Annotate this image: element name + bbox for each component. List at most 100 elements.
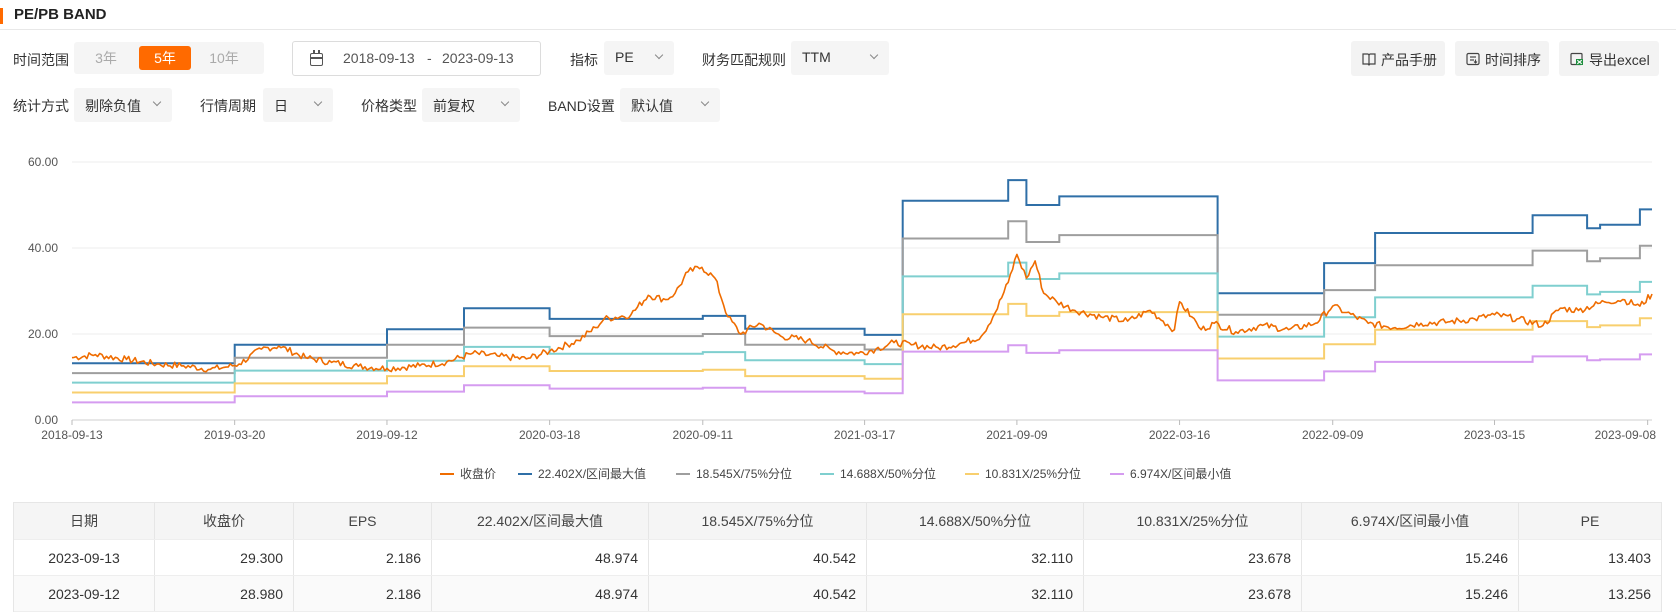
finance-rule-label: 财务匹配规则 (702, 52, 786, 68)
period-select[interactable]: 日 (263, 88, 333, 122)
legend-swatch-close (440, 472, 454, 475)
time-range-segmented: 3年 5年 10年 (74, 42, 264, 74)
y-tick-label: 20.00 (28, 327, 58, 341)
excel-export-icon (1570, 52, 1583, 66)
chevron-down-icon (500, 97, 510, 107)
period-value: 日 (274, 98, 288, 114)
band-setting-select[interactable]: 默认值 (620, 88, 720, 122)
band-line-2 (72, 261, 1652, 384)
cell-close: 28.980 (154, 576, 293, 611)
legend-item-max[interactable]: 22.402X/区间最大值 (518, 465, 646, 482)
pe-band-table: 日期 收盘价 EPS 22.402X/区间最大值 18.545X/75%分位 1… (13, 502, 1662, 612)
cell-p75: 40.542 (648, 576, 866, 611)
export-excel-label: 导出excel (1589, 52, 1650, 68)
legend-swatch-min (1110, 472, 1124, 475)
cell-close: 29.300 (154, 540, 293, 575)
legend-item-p75[interactable]: 18.545X/75%分位 (676, 465, 792, 482)
x-tick-label: 2018-09-13 (41, 428, 103, 442)
finance-rule-select[interactable]: TTM (791, 41, 889, 75)
col-header-eps[interactable]: EPS (293, 503, 431, 539)
panel-header: PE/PB BAND (0, 0, 1676, 30)
cell-min: 15.246 (1301, 576, 1518, 611)
cell-p25: 23.678 (1083, 576, 1301, 611)
col-header-p50[interactable]: 14.688X/50%分位 (866, 503, 1083, 539)
product-manual-label: 产品手册 (1381, 52, 1437, 68)
sort-time-icon (1466, 52, 1480, 66)
band-setting-value: 默认值 (631, 98, 673, 114)
legend-swatch-p25 (965, 472, 979, 475)
stat-method-select[interactable]: 剔除负值 (74, 88, 172, 122)
col-header-min[interactable]: 6.974X/区间最小值 (1301, 503, 1518, 539)
x-tick-label: 2020-03-18 (519, 428, 581, 442)
x-tick-label: 2021-03-17 (834, 428, 896, 442)
cell-pe: 13.256 (1518, 576, 1661, 611)
legend-item-p50[interactable]: 14.688X/50%分位 (820, 465, 936, 482)
band-setting-label: BAND设置 (548, 98, 615, 114)
cell-pe: 13.403 (1518, 540, 1661, 575)
legend-swatch-max (518, 472, 532, 475)
legend-label-min: 6.974X/区间最小值 (1130, 467, 1232, 481)
col-header-close[interactable]: 收盘价 (154, 503, 293, 539)
legend-label-p75: 18.545X/75%分位 (696, 467, 793, 481)
time-range-3y[interactable]: 3年 (80, 46, 132, 70)
time-sort-button[interactable]: 时间排序 (1455, 41, 1549, 76)
date-end[interactable]: 2023-09-13 (442, 50, 514, 66)
cell-date: 2023-09-13 (48, 550, 120, 566)
date-start[interactable]: 2018-09-13 (343, 50, 415, 66)
table-header-row: 日期 收盘价 EPS 22.402X/区间最大值 18.545X/75%分位 1… (14, 503, 1661, 540)
cell-p25: 23.678 (1083, 540, 1301, 575)
chart-legend: 收盘价 22.402X/区间最大值 18.545X/75%分位 14.688X/… (0, 465, 1676, 483)
cell-max: 48.974 (431, 576, 648, 611)
chevron-down-icon (152, 97, 162, 107)
stat-method-label: 统计方式 (13, 98, 69, 114)
cell-eps: 2.186 (293, 540, 431, 575)
col-header-date[interactable]: 日期 (14, 503, 154, 539)
x-tick-label: 2019-09-12 (356, 428, 418, 442)
legend-item-close[interactable]: 收盘价 (440, 465, 496, 482)
x-tick-label: 2022-03-16 (1149, 428, 1211, 442)
band-line-0 (72, 179, 1652, 365)
col-header-p25[interactable]: 10.831X/25%分位 (1083, 503, 1301, 539)
export-excel-button[interactable]: 导出excel (1559, 41, 1659, 76)
indicator-select[interactable]: PE (604, 41, 674, 75)
indicator-label: 指标 (570, 52, 598, 68)
time-sort-label: 时间排序 (1485, 52, 1541, 68)
title-accent-bar (0, 8, 3, 24)
period-label: 行情周期 (200, 98, 256, 114)
chevron-down-icon (700, 97, 710, 107)
legend-label-p50: 14.688X/50%分位 (840, 467, 937, 481)
x-tick-label: 2023-03-15 (1464, 428, 1526, 442)
product-manual-button[interactable]: 产品手册 (1351, 41, 1445, 76)
chevron-down-icon (654, 50, 664, 60)
time-range-10y[interactable]: 10年 (198, 46, 250, 70)
legend-label-max: 22.402X/区间最大值 (538, 467, 647, 481)
y-tick-label: 0.00 (35, 413, 59, 427)
cell-p50: 32.110 (866, 540, 1083, 575)
date-range-picker[interactable]: 2018-09-13 - 2023-09-13 (292, 41, 541, 76)
price-type-select[interactable]: 前复权 (422, 88, 520, 122)
cell-max: 48.974 (431, 540, 648, 575)
col-header-p75[interactable]: 18.545X/75%分位 (648, 503, 866, 539)
y-tick-label: 40.00 (28, 241, 58, 255)
table-row: 2023-09-13 29.300 2.186 48.974 40.542 32… (14, 540, 1661, 576)
legend-item-min[interactable]: 6.974X/区间最小值 (1110, 465, 1231, 482)
x-tick-label: 2019-03-20 (204, 428, 266, 442)
cell-p75: 40.542 (648, 540, 866, 575)
time-range-5y[interactable]: 5年 (139, 46, 191, 70)
x-tick-label: 2023-09-08 (1595, 428, 1657, 442)
x-tick-label: 2021-09-09 (986, 428, 1048, 442)
book-icon (1362, 53, 1376, 66)
x-tick-label: 2020-09-11 (673, 428, 734, 442)
stat-method-value: 剔除负值 (85, 98, 141, 114)
cell-eps: 2.186 (293, 576, 431, 611)
legend-item-p25[interactable]: 10.831X/25%分位 (965, 465, 1081, 482)
time-range-label: 时间范围 (13, 52, 69, 68)
col-header-max[interactable]: 22.402X/区间最大值 (431, 503, 648, 539)
col-header-pe[interactable]: PE (1518, 503, 1661, 539)
calendar-icon (310, 50, 323, 66)
x-tick-label: 2022-09-09 (1302, 428, 1364, 442)
finance-rule-value: TTM (802, 49, 831, 65)
pe-band-chart: 0.00 20.00 40.00 60.00 2018-09-13 2019-03-20 2… (28, 155, 1657, 442)
cell-min: 15.246 (1301, 540, 1518, 575)
band-line-4 (72, 344, 1652, 404)
